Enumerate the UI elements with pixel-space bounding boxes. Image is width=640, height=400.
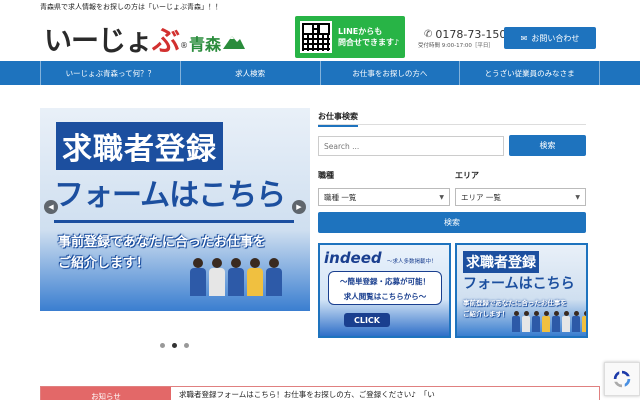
main-nav: いーじょぶ青森って何？？ 求人検索 お仕事をお探しの方へ とうざい従業員のみなさ… <box>0 61 640 85</box>
job-type-select-value: 職種 一覧 <box>324 192 357 202</box>
registration-banner[interactable]: 求職者登録 フォームはこちら 事前登録であなたに合ったお仕事を ご紹介します！ <box>455 243 588 338</box>
job-type-label: 職種 <box>318 171 334 180</box>
people-illustration <box>512 311 586 333</box>
job-type-select[interactable]: 職種 一覧 ▼ <box>318 188 450 206</box>
area-label: エリア <box>455 171 479 180</box>
nav-item-job-seekers[interactable]: お仕事をお探しの方へ <box>319 61 460 85</box>
filter-search-button[interactable]: 検索 <box>318 212 586 233</box>
line-contact-banner[interactable]: LINEからも 問合せできます♪ <box>295 16 405 58</box>
search-input[interactable]: Search ... <box>318 136 504 156</box>
logo-subtitle: 青森 <box>189 35 222 54</box>
slide-divider <box>54 220 294 223</box>
chevron-right-icon[interactable]: ▶ <box>292 200 306 214</box>
nav-item-about[interactable]: いーじょぶ青森って何？？ <box>40 61 180 85</box>
chevron-down-icon: ▼ <box>575 193 580 201</box>
area-select-value: エリア 一覧 <box>461 192 501 202</box>
mountain-icon <box>223 36 246 49</box>
indeed-message: 〜簡単登録・応募が可能！ 求人閲覧はこちらから〜 <box>328 271 442 305</box>
business-hours: 受付時間 9:00-17:00［平日］ <box>418 43 494 49</box>
click-button[interactable]: CLICK <box>344 313 390 327</box>
search-button[interactable]: 検索 <box>509 135 586 156</box>
phone-number-text: 0178-73-1505 <box>435 28 514 41</box>
indeed-tagline: 〜求人多数掲載中！ <box>387 259 437 265</box>
notice-text[interactable]: 求職者登録フォームはこちら！お仕事をお探しの方、ご登録ください♪ 「い <box>171 387 599 400</box>
contact-button-label: お問い合わせ <box>531 33 580 43</box>
logo-text: いーじょぶ <box>44 24 180 57</box>
site-logo[interactable]: いーじょぶ ® 青森 <box>44 22 246 57</box>
top-note: 青森県で求人情報をお探しの方は「いーじょぶ青森」！！ <box>40 3 222 11</box>
slider-dot[interactable] <box>160 343 165 348</box>
slider-dots <box>160 343 189 348</box>
line-text: LINEからも 問合せできます♪ <box>338 27 400 47</box>
slide-title: 求職者登録 <box>56 122 223 170</box>
registration-banner-title-2: フォームはこちら <box>463 276 575 292</box>
chevron-left-icon[interactable]: ◀ <box>44 200 58 214</box>
phone-number[interactable]: ✆ 0178-73-1505 <box>424 28 513 41</box>
mail-icon: ✉ <box>520 33 528 43</box>
notice-label: お知らせ <box>41 387 171 400</box>
nav-item-employees[interactable]: とうざい従業員のみなさま <box>459 61 600 85</box>
qr-code-icon <box>300 21 332 53</box>
hero-slider[interactable]: 求職者登録 フォームはこちら 事前登録であなたに合ったお仕事を ご紹介します！ <box>40 108 310 311</box>
contact-button[interactable]: ✉ お問い合わせ <box>504 27 596 49</box>
nav-item-job-search[interactable]: 求人検索 <box>179 61 320 85</box>
registered-mark: ® <box>180 40 189 50</box>
divider <box>318 124 586 125</box>
people-illustration <box>190 258 282 298</box>
recaptcha-icon[interactable] <box>604 362 640 396</box>
phone-icon: ✆ <box>424 29 433 40</box>
slide-title-2: フォームはこちら <box>54 178 286 213</box>
notice-bar: お知らせ 求職者登録フォームはこちら！お仕事をお探しの方、ご登録ください♪ 「い <box>40 386 600 400</box>
slider-dot[interactable] <box>184 343 189 348</box>
indeed-banner[interactable]: indeed 〜求人多数掲載中！ 〜簡単登録・応募が可能！ 求人閲覧はこちらから… <box>318 243 451 338</box>
slider-dot-active[interactable] <box>172 343 177 348</box>
area-select[interactable]: エリア 一覧 ▼ <box>455 188 586 206</box>
chevron-down-icon: ▼ <box>439 193 444 201</box>
indeed-logo: indeed <box>324 249 382 267</box>
registration-banner-title: 求職者登録 <box>463 251 539 273</box>
